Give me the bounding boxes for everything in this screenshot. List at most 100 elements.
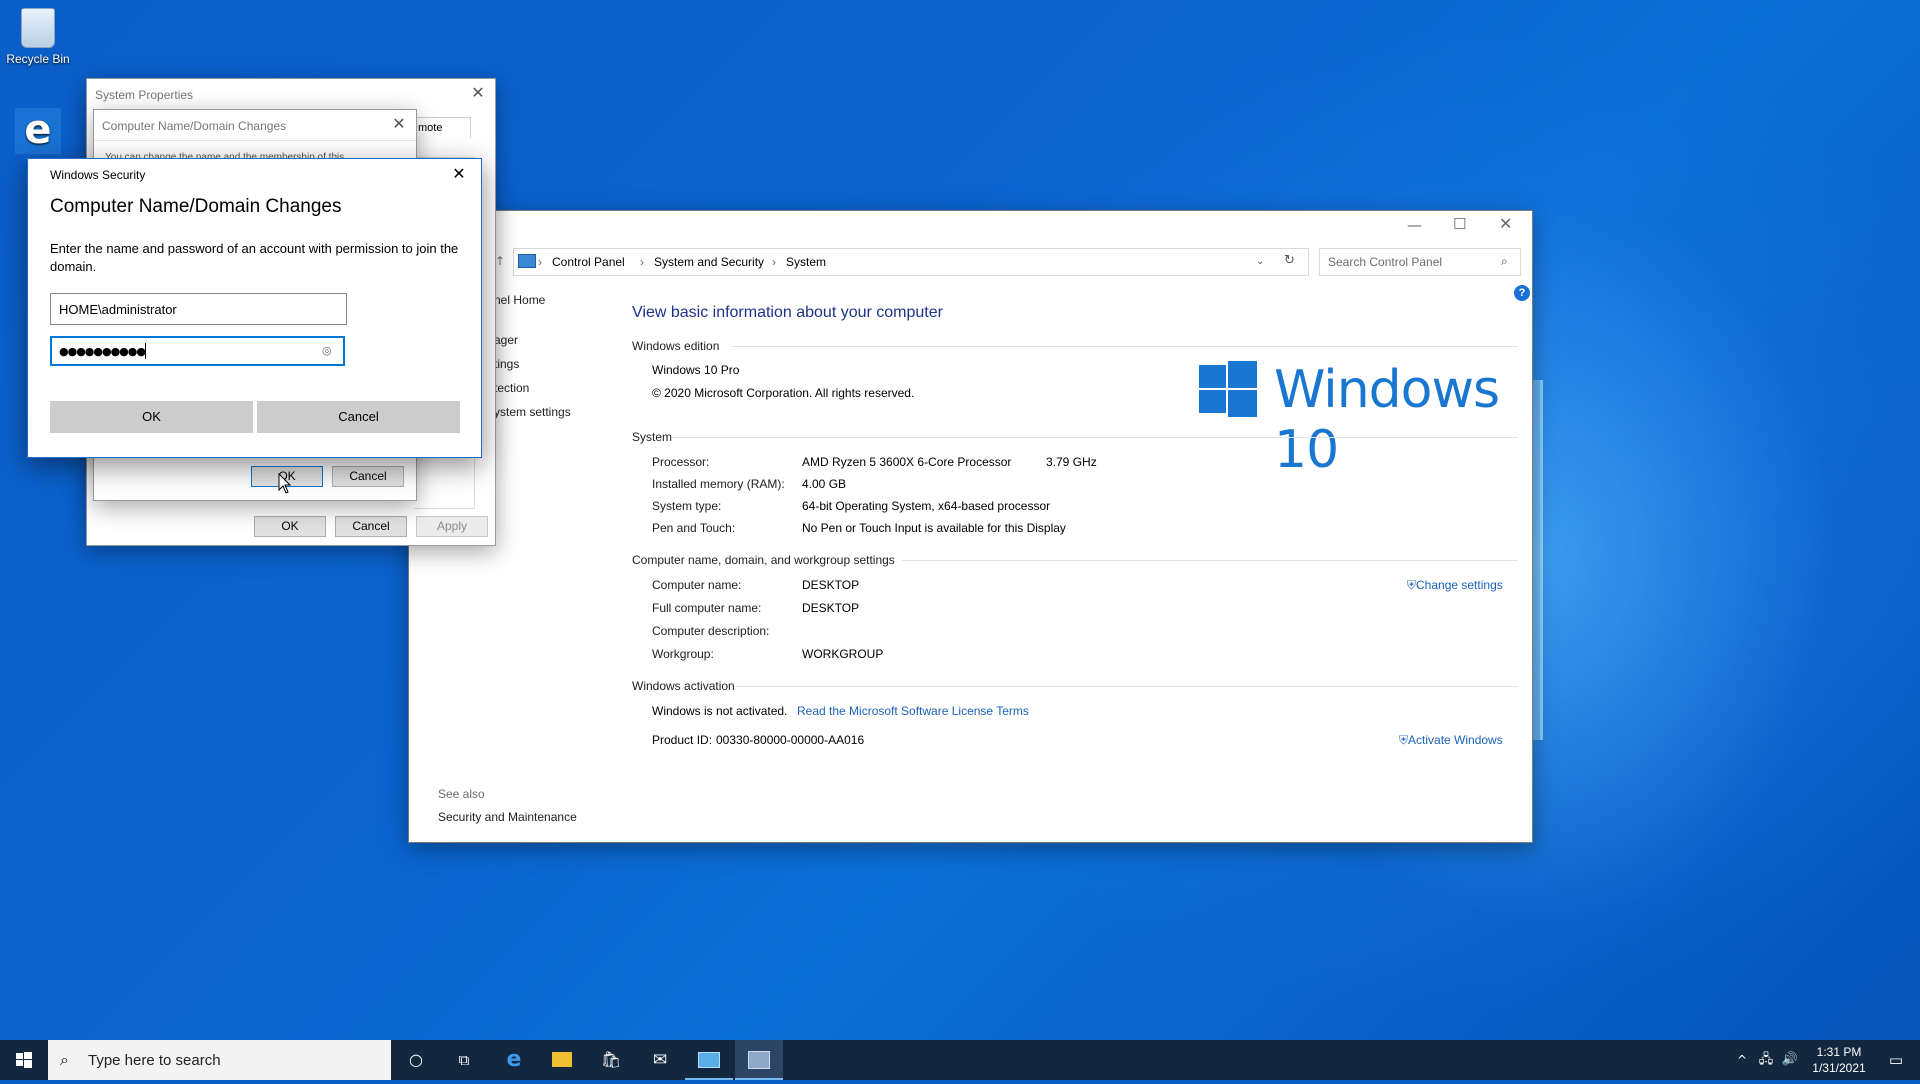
tab-remote[interactable]: mote [413,117,471,138]
network-icon[interactable]: 🖧 [1754,1040,1778,1080]
nav-remote-settings[interactable]: tings [494,357,519,371]
system-properties-taskbar-icon[interactable] [735,1040,783,1080]
copyright-text: © 2020 Microsoft Corporation. All rights… [652,386,915,400]
workgroup-label: Workgroup: [652,647,714,661]
chevron-right-icon: › [772,255,776,269]
chevron-right-icon: › [640,255,644,269]
system-type-label: System type: [652,499,722,513]
search-input[interactable]: Search Control Panel ⌕ [1319,248,1521,276]
shield-icon: ⛨ [1399,733,1409,747]
section-computer-name: Computer name, domain, and workgroup set… [632,553,895,567]
close-icon[interactable]: ✕ [384,112,414,136]
workgroup-value: WORKGROUP [802,647,884,661]
chevron-down-icon[interactable]: ⌄ [1256,256,1264,267]
system-type-value: 64-bit Operating System, x64-based proce… [802,499,1051,513]
section-windows-activation: Windows activation [632,679,735,693]
username-input[interactable]: HOME\administrator [50,293,347,325]
nav-device-manager[interactable]: ager [494,333,518,347]
windows-edition-value: Windows 10 Pro [652,363,740,377]
divider [902,560,1518,561]
nav-system-protection[interactable]: tection [494,381,529,395]
mouse-cursor-icon [278,473,292,494]
computer-name-value: DESKTOP [802,578,860,592]
system-properties-title: System Properties [95,88,194,102]
system-clock[interactable]: 1:31 PM 1/31/2021 [1804,1044,1874,1076]
maximize-button[interactable]: ☐ [1453,215,1466,233]
nav-control-panel-home[interactable]: nel Home [494,293,545,307]
product-id-value: 00330-80000-00000-AA016 [716,733,865,747]
close-icon[interactable]: ✕ [444,162,474,186]
page-title: View basic information about your comput… [632,304,943,321]
desktop-icon-recycle-bin[interactable]: Recycle Bin [1,8,75,66]
activate-windows-link[interactable]: ⛨Activate Windows [1399,733,1503,748]
processor-label: Processor: [652,455,710,469]
text-cursor [145,343,146,359]
search-placeholder: Search Control Panel [1328,255,1443,269]
task-view-icon[interactable]: ⧉ [440,1040,488,1080]
taskbar-search-placeholder: Type here to search [88,1052,221,1069]
system-properties-cancel-button[interactable]: Cancel [335,516,407,537]
taskbar: ⌕ Type here to search ○ ⧉ e 🛍 ✉ ^ 🖧 🔊 1:… [0,1040,1920,1080]
full-computer-name-value: DESKTOP [802,601,860,615]
store-icon[interactable]: 🛍 [587,1040,635,1080]
clock-date: 1/31/2021 [1812,1061,1866,1075]
see-also-title: See also [438,787,485,801]
section-system: System [632,430,673,444]
control-panel-window: — ☐ ✕ ↑ › Control Panel › System and Sec… [408,210,1533,843]
taskbar-search-box[interactable]: ⌕ Type here to search [48,1040,391,1080]
reveal-password-icon[interactable]: ◎ [322,344,332,357]
computer-description-label: Computer description: [652,624,770,638]
system-properties-ok-button[interactable]: OK [254,516,326,537]
clock-time: 1:31 PM [1816,1045,1862,1059]
pen-touch-value: No Pen or Touch Input is available for t… [802,521,1066,535]
divider [672,437,1518,438]
search-icon: ⌕ [60,1050,69,1069]
chevron-right-icon: › [538,255,542,269]
control-panel-icon [518,254,536,268]
change-settings-link[interactable]: ⛨Change settings [1407,578,1503,593]
section-windows-edition: Windows edition [632,339,720,353]
recycle-bin-icon [21,8,55,48]
notification-icon[interactable]: ▭ [1872,1040,1920,1080]
pen-touch-label: Pen and Touch: [652,521,736,535]
divider [94,140,416,141]
nav-advanced-system-settings[interactable]: ystem settings [494,405,571,419]
control-panel-taskbar-icon[interactable] [685,1040,733,1080]
mail-icon[interactable]: ✉ [636,1040,684,1080]
volume-icon[interactable]: 🔊 [1778,1040,1802,1080]
computer-name-cancel-button[interactable]: Cancel [332,466,404,487]
up-arrow-icon[interactable]: ↑ [495,254,505,268]
activate-windows-label: Activate Windows [1408,733,1503,747]
windows-logo-icon [1199,361,1257,419]
security-and-maintenance-link[interactable]: Security and Maintenance [438,810,577,824]
close-button[interactable]: ✕ [1499,214,1512,233]
edge-icon: e [15,108,61,154]
chevron-up-icon[interactable]: ^ [1730,1040,1754,1080]
breadcrumb-system[interactable]: System [786,255,826,269]
cortana-icon[interactable]: ○ [392,1040,440,1080]
shield-icon: ⛨ [1407,578,1417,592]
file-explorer-icon[interactable] [538,1040,586,1080]
dialog-heading: Computer Name/Domain Changes [50,196,342,217]
edge-icon[interactable]: e [490,1040,538,1080]
processor-value: AMD Ryzen 5 3600X 6-Core Processor [802,455,1012,469]
processor-speed: 3.79 GHz [1046,455,1097,469]
refresh-icon[interactable]: ↻ [1284,253,1295,268]
minimize-button[interactable]: — [1407,216,1422,234]
breadcrumb-system-and-security[interactable]: System and Security [654,255,764,269]
password-mask: ●●●●●●●●●● [59,345,146,358]
breadcrumb-control-panel[interactable]: Control Panel [552,255,625,269]
address-bar[interactable]: › Control Panel › System and Security › … [513,248,1309,276]
search-icon: ⌕ [1501,254,1508,268]
security-ok-button[interactable]: OK [50,401,253,433]
license-terms-link[interactable]: Read the Microsoft Software License Term… [797,704,1029,718]
close-icon[interactable]: ✕ [463,81,493,105]
password-input[interactable]: ●●●●●●●●●● ◎ [50,336,345,366]
windows-10-logo-text: Windows 10 [1274,360,1500,480]
computer-name-label: Computer name: [652,578,742,592]
windows-security-title: Windows Security [50,168,146,182]
help-icon[interactable]: ? [1514,285,1530,301]
security-cancel-button[interactable]: Cancel [257,401,460,433]
system-properties-apply-button[interactable]: Apply [416,516,488,537]
start-button[interactable] [0,1040,48,1080]
